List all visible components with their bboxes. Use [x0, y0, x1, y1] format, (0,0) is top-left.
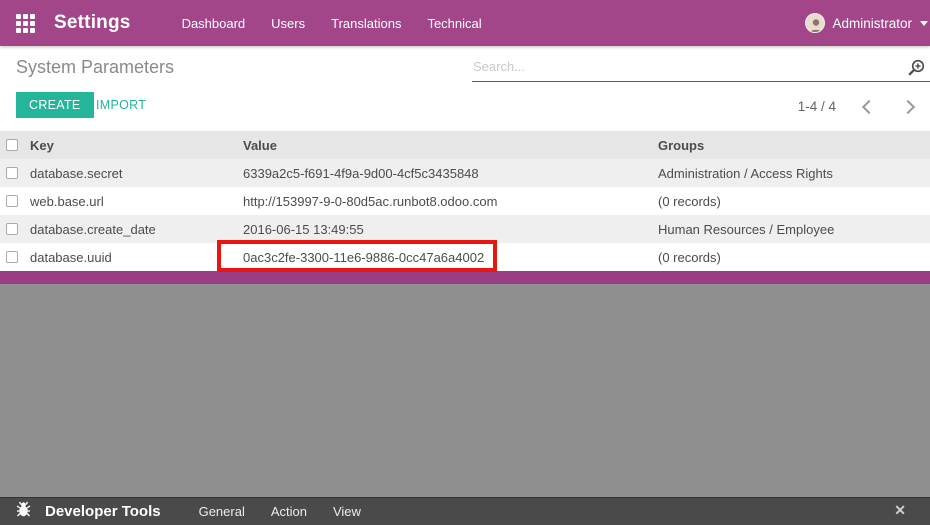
dev-menu-general[interactable]: General [199, 504, 245, 519]
nav-item-users[interactable]: Users [271, 16, 305, 31]
dev-menu-view[interactable]: View [333, 504, 361, 519]
chevron-down-icon [920, 20, 928, 26]
param-value: 0ac3c2fe-3300-11e6-9886-0cc47a6a4002 [243, 249, 485, 265]
table-header-row: Key Value Groups [0, 131, 930, 159]
column-header-value[interactable]: Value [243, 138, 658, 153]
page-title: System Parameters [16, 57, 175, 77]
nav-item-dashboard[interactable]: Dashboard [182, 16, 246, 31]
import-button[interactable]: IMPORT [96, 92, 146, 118]
column-header-key[interactable]: Key [30, 138, 243, 153]
search-zoom-icon[interactable] [906, 58, 926, 83]
top-navbar: Settings Dashboard Users Translations Te… [0, 0, 930, 46]
list-footer-stripe [0, 271, 930, 284]
column-header-groups[interactable]: Groups [658, 138, 930, 153]
top-menu: Dashboard Users Translations Technical [182, 16, 482, 31]
table-row[interactable]: database.uuid 0ac3c2fe-3300-11e6-9886-0c… [0, 243, 930, 271]
row-checkbox[interactable] [6, 167, 18, 179]
app-window: Settings Dashboard Users Translations Te… [0, 0, 930, 525]
param-value: 2016-06-15 13:49:55 [243, 221, 364, 237]
select-all-checkbox[interactable] [6, 139, 18, 151]
pager: 1-4 / 4 [798, 95, 920, 117]
param-key: web.base.url [30, 193, 104, 209]
apps-menu-icon[interactable] [16, 13, 35, 33]
search-input[interactable] [472, 55, 930, 82]
nav-item-technical[interactable]: Technical [427, 16, 481, 31]
parameters-table: Key Value Groups database.secret 6339a2c… [0, 131, 930, 271]
row-checkbox[interactable] [6, 251, 18, 263]
row-checkbox[interactable] [6, 223, 18, 235]
row-checkbox[interactable] [6, 195, 18, 207]
param-groups: Administration / Access Rights [658, 165, 833, 181]
nav-item-translations[interactable]: Translations [331, 16, 401, 31]
param-value: http://153997-9-0-80d5ac.runbot8.odoo.co… [243, 193, 498, 209]
search-bar [472, 55, 930, 82]
create-button[interactable]: CREATE [16, 92, 94, 118]
param-key: database.secret [30, 165, 123, 181]
developer-tools-title: Developer Tools [45, 503, 161, 520]
developer-menu: General Action View [199, 504, 361, 519]
table-body: database.secret 6339a2c5-f691-4f9a-9d00-… [0, 159, 930, 271]
table-row[interactable]: database.create_date 2016-06-15 13:49:55… [0, 215, 930, 243]
user-menu[interactable]: Administrator [805, 13, 928, 33]
close-icon[interactable]: ✕ [894, 502, 906, 519]
dev-menu-action[interactable]: Action [271, 504, 307, 519]
pager-next-button[interactable] [898, 95, 920, 117]
param-groups: (0 records) [658, 249, 721, 265]
param-value: 6339a2c5-f691-4f9a-9d00-4cf5c3435848 [243, 165, 479, 181]
pager-range: 1-4 / 4 [797, 98, 836, 114]
param-key: database.uuid [30, 249, 112, 265]
developer-toolbar: Developer Tools General Action View ✕ [0, 497, 930, 525]
table-row[interactable]: database.secret 6339a2c5-f691-4f9a-9d00-… [0, 159, 930, 187]
param-key: database.create_date [30, 221, 156, 237]
app-title: Settings [54, 12, 131, 33]
empty-background [0, 284, 930, 497]
param-groups: (0 records) [658, 193, 721, 209]
param-groups: Human Resources / Employee [658, 221, 835, 237]
user-avatar [805, 13, 826, 33]
bug-icon [15, 500, 32, 523]
user-name: Administrator [832, 15, 912, 31]
pager-previous-button[interactable] [856, 95, 878, 117]
table-row[interactable]: web.base.url http://153997-9-0-80d5ac.ru… [0, 187, 930, 215]
